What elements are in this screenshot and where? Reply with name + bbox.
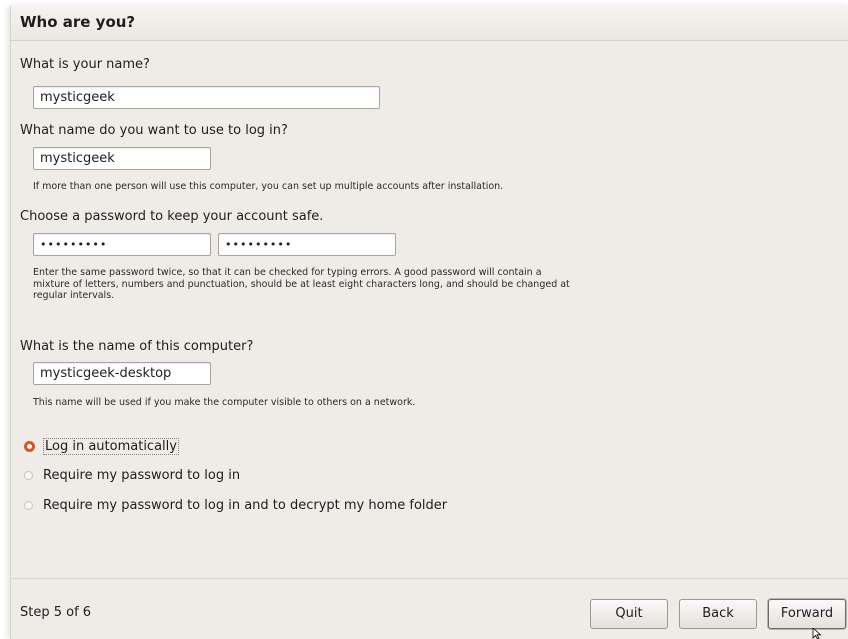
radio-unchecked-icon (24, 470, 33, 480)
password-hint-line-1: Enter the same password twice, so that i… (33, 267, 542, 278)
password-hint-line-3: regular intervals. (33, 290, 115, 301)
password-hint: Enter the same password twice, so that i… (33, 267, 570, 302)
password-hint-line-2: mixture of letters, numbers and punctuat… (33, 278, 570, 290)
radio-unchecked-icon (24, 500, 33, 510)
back-button[interactable]: Back (679, 599, 757, 629)
login-name-field[interactable]: mysticgeek (33, 147, 211, 170)
radio-label: Require my password to log in and to dec… (43, 497, 448, 513)
title-bar: Who are you? (11, 6, 848, 41)
password-confirm-field[interactable]: ••••••••• (218, 233, 396, 256)
installer-window: Who are you? What is your name? mysticge… (10, 6, 848, 639)
footer-divider (11, 578, 848, 579)
login-name-hint: If more than one person will use this co… (33, 181, 504, 192)
password-field[interactable]: ••••••••• (33, 233, 211, 256)
computer-name-label: What is the name of this computer? (20, 339, 254, 354)
page-title: Who are you? (20, 13, 136, 31)
forward-button[interactable]: Forward (768, 599, 846, 629)
radio-label: Require my password to log in (43, 467, 241, 483)
radio-require-password-decrypt[interactable]: Require my password to log in and to dec… (24, 495, 449, 515)
step-indicator: Step 5 of 6 (20, 605, 92, 620)
radio-log-in-automatically[interactable]: Log in automatically (24, 436, 179, 456)
password-label: Choose a password to keep your account s… (20, 209, 324, 224)
radio-require-password[interactable]: Require my password to log in (24, 465, 242, 485)
login-name-label: What name do you want to use to log in? (20, 123, 288, 138)
name-label: What is your name? (20, 57, 150, 72)
name-field[interactable]: mysticgeek (33, 86, 380, 109)
radio-label: Log in automatically (43, 437, 179, 455)
quit-button[interactable]: Quit (590, 599, 668, 629)
radio-checked-icon (24, 440, 35, 452)
computer-name-field[interactable]: mysticgeek-desktop (33, 362, 211, 385)
mouse-cursor-icon (812, 628, 822, 639)
computer-name-hint: This name will be used if you make the c… (33, 397, 416, 408)
